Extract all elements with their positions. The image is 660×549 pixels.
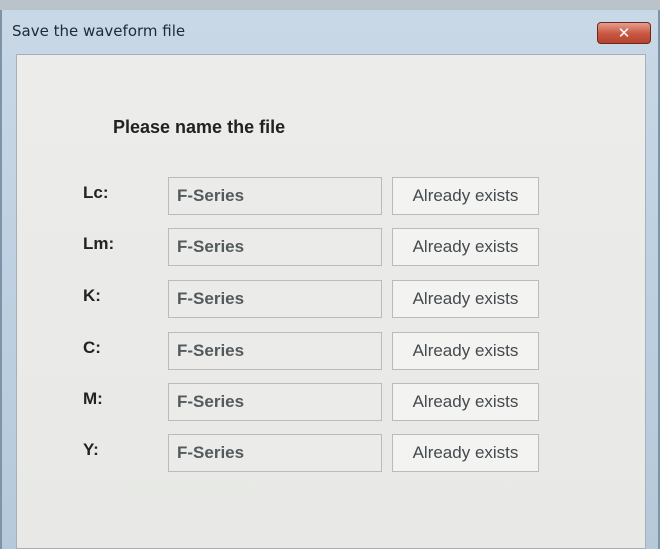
row-label-k: K: (83, 286, 101, 305)
title-bar[interactable]: Save the waveform file ✕ (2, 10, 658, 54)
status-lc: Already exists (392, 177, 539, 215)
save-waveform-dialog-window: Save the waveform file ✕ Please name the… (0, 10, 660, 549)
dialog-body: Please name the file Lc: Already exists … (16, 54, 646, 549)
status-y: Already exists (392, 434, 539, 472)
dialog-heading: Please name the file (113, 117, 286, 137)
status-k: Already exists (392, 280, 539, 318)
close-icon: ✕ (617, 24, 631, 42)
filename-field-lm[interactable] (168, 228, 382, 266)
status-c: Already exists (392, 332, 539, 370)
filename-field-lc[interactable] (168, 177, 382, 215)
status-m: Already exists (392, 383, 539, 421)
filename-field-y[interactable] (168, 434, 382, 472)
row-label-lm: Lm: (83, 234, 115, 253)
window-title: Save the waveform file (12, 22, 186, 40)
status-lm: Already exists (392, 228, 539, 266)
row-label-y: Y: (83, 440, 99, 459)
filename-field-m[interactable] (168, 383, 382, 421)
close-button[interactable]: ✕ (597, 22, 651, 44)
filename-field-k[interactable] (168, 280, 382, 318)
row-label-m: M: (83, 389, 103, 408)
row-label-lc: Lc: (83, 183, 109, 202)
filename-field-c[interactable] (168, 332, 382, 370)
row-label-c: C: (83, 338, 101, 357)
